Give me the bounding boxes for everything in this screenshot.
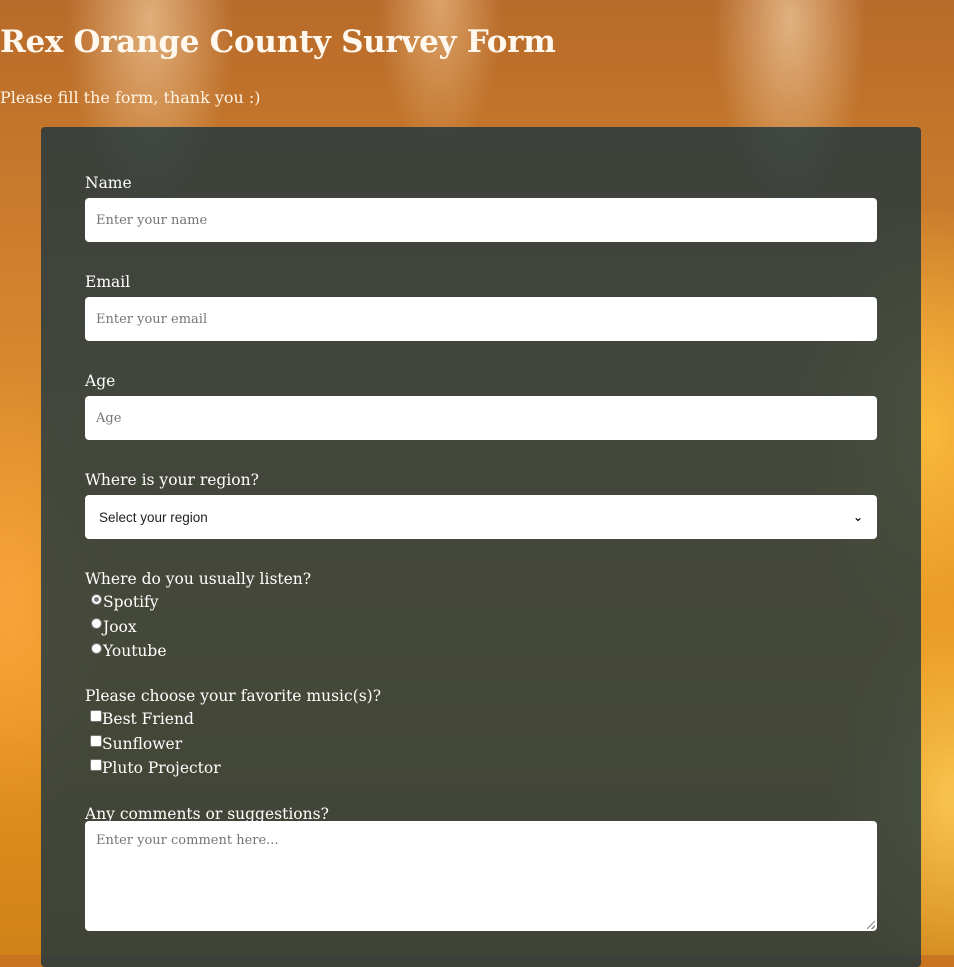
- survey-form: Name Email Age Where is your region? Sel…: [41, 127, 921, 967]
- option-label: Sunflower: [102, 734, 183, 753]
- listen-field-group: Where do you usually listen? Spotify Joo…: [85, 570, 877, 664]
- option-label: Spotify: [103, 593, 159, 612]
- music-option-sunflower[interactable]: Sunflower: [85, 732, 877, 757]
- comments-textarea[interactable]: Enter your comment here...: [85, 821, 877, 931]
- music-option-best-friend[interactable]: Best Friend: [85, 707, 877, 732]
- region-label: Where is your region?: [85, 471, 259, 489]
- listen-option-youtube[interactable]: Youtube: [85, 639, 877, 664]
- comments-field-group: Any comments or suggestions? Enter your …: [85, 805, 877, 931]
- age-input[interactable]: [85, 396, 877, 440]
- region-field-group: Where is your region? Select your region…: [85, 471, 877, 539]
- comments-placeholder: Enter your comment here...: [96, 833, 279, 848]
- name-field-group: Name: [85, 174, 877, 242]
- region-select[interactable]: Select your region ⌄: [85, 495, 877, 539]
- region-select-value: Select your region: [99, 509, 208, 525]
- option-label: Youtube: [103, 642, 167, 661]
- listen-option-spotify[interactable]: Spotify: [85, 590, 877, 615]
- age-label: Age: [85, 372, 116, 390]
- page-subtitle: Please fill the form, thank you :): [0, 88, 261, 107]
- option-label: Best Friend: [102, 710, 194, 729]
- music-label: Please choose your favorite music(s)?: [85, 687, 382, 705]
- option-label: Pluto Projector: [102, 759, 221, 778]
- age-field-group: Age: [85, 372, 877, 440]
- resize-handle-icon[interactable]: [867, 921, 875, 929]
- email-input[interactable]: [85, 297, 877, 341]
- checkbox[interactable]: [90, 759, 102, 772]
- radio-button[interactable]: [91, 618, 102, 630]
- listen-option-joox[interactable]: Joox: [85, 615, 877, 640]
- email-label: Email: [85, 273, 131, 291]
- name-input[interactable]: [85, 198, 877, 242]
- listen-label: Where do you usually listen?: [85, 570, 312, 588]
- option-label: Joox: [103, 617, 137, 636]
- music-field-group: Please choose your favorite music(s)? Be…: [85, 687, 877, 781]
- checkbox[interactable]: [90, 710, 102, 723]
- radio-button[interactable]: [91, 642, 102, 654]
- chevron-down-icon: ⌄: [852, 510, 863, 524]
- page-title: Rex Orange County Survey Form: [0, 24, 556, 60]
- email-field-group: Email: [85, 273, 877, 341]
- checkbox[interactable]: [90, 734, 102, 747]
- music-option-pluto-projector[interactable]: Pluto Projector: [85, 756, 877, 781]
- radio-button[interactable]: [91, 593, 102, 605]
- name-label: Name: [85, 174, 132, 192]
